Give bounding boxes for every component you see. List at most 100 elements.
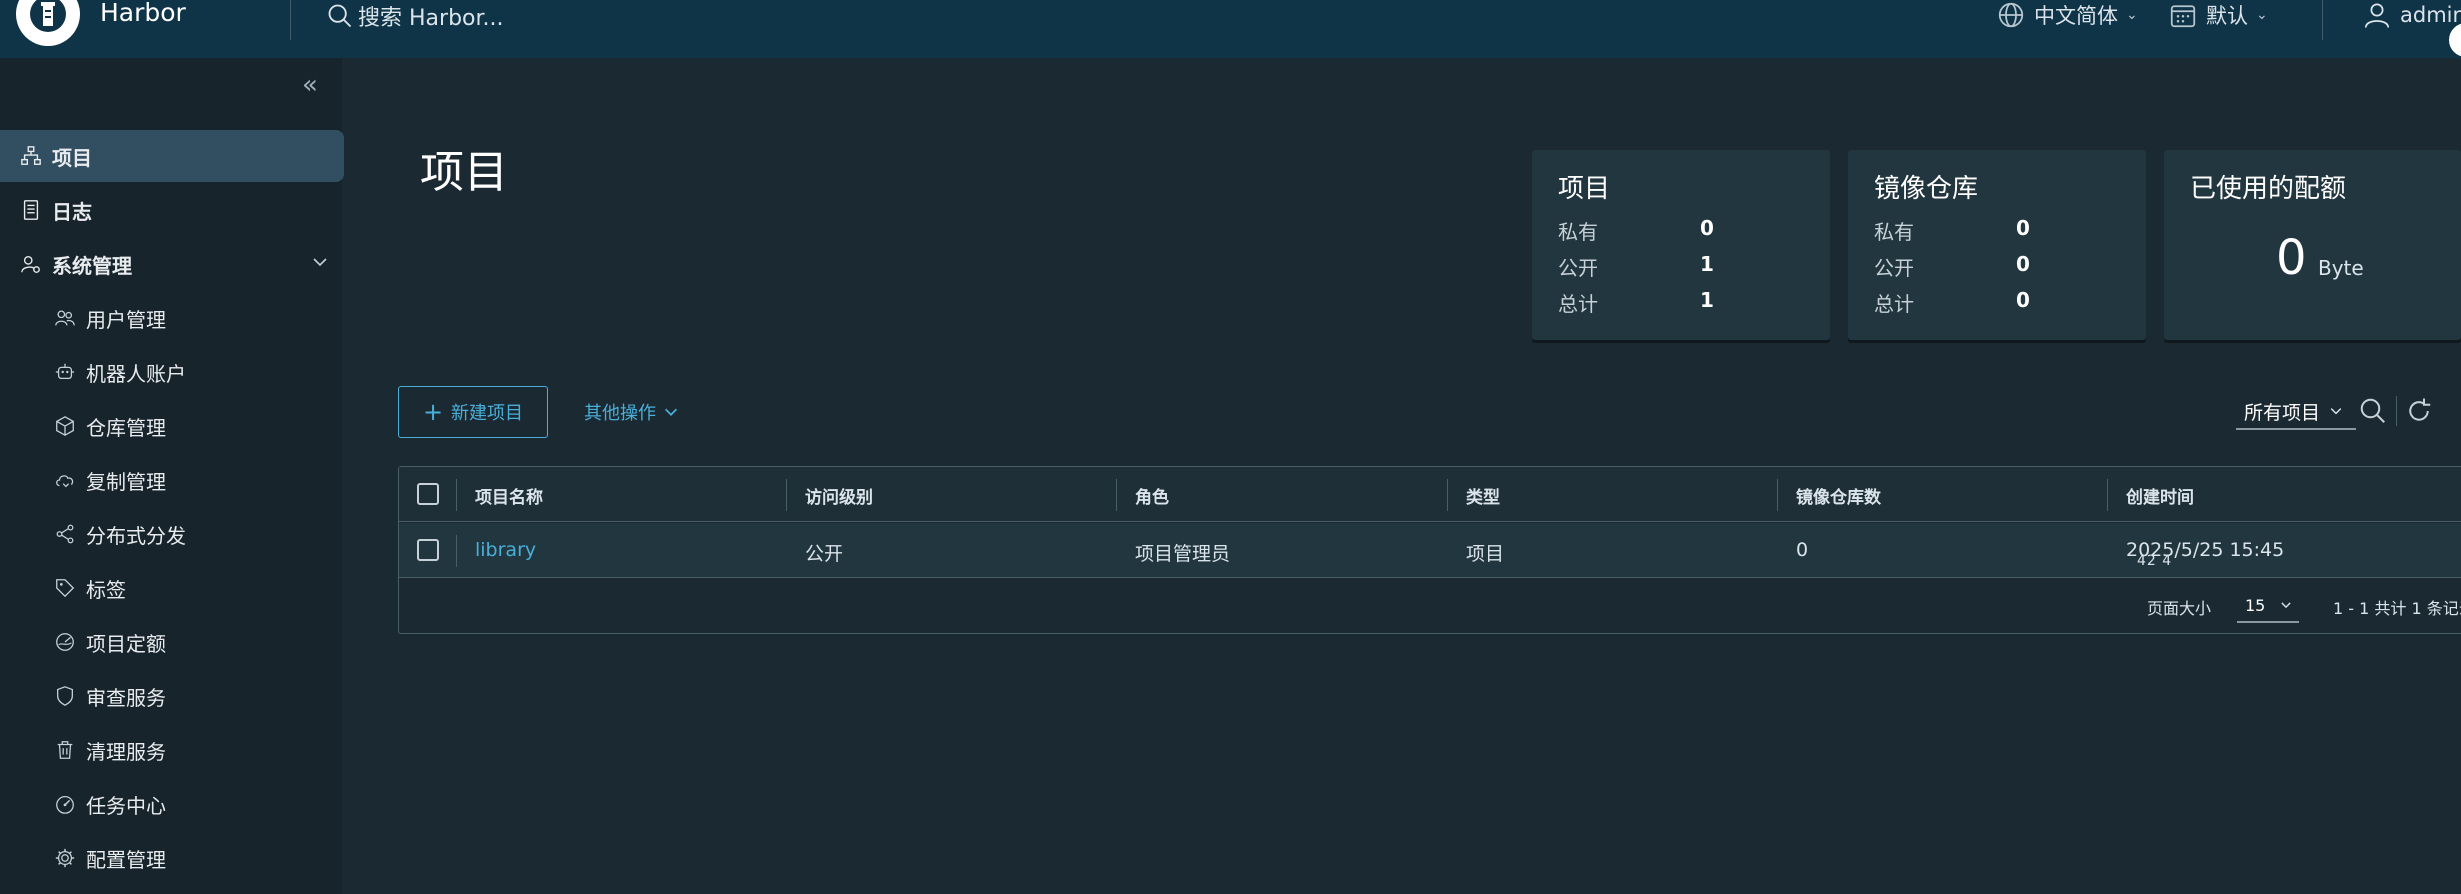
- sidebar-item-registries[interactable]: 仓库管理: [0, 400, 344, 452]
- project-name-link[interactable]: library: [475, 539, 536, 561]
- global-search[interactable]: 搜索 Harbor...: [326, 0, 504, 32]
- sidebar-item-projects[interactable]: 项目: [0, 130, 344, 182]
- sidebar-item-interrogation-services[interactable]: 审查服务: [0, 670, 344, 722]
- sidebar-item-administration[interactable]: 系统管理: [0, 238, 344, 290]
- more-actions-dropdown[interactable]: 其他操作: [584, 386, 680, 438]
- table-row[interactable]: library 公开 项目管理员 项目 0 2025/5/25 15:45 42…: [399, 523, 2461, 578]
- datetime-format-label: 默认: [2206, 4, 2248, 28]
- header-divider: [2322, 0, 2323, 40]
- column-divider: [1447, 479, 1448, 511]
- creation-time-overlay: 42 4: [2137, 553, 2173, 569]
- new-project-button[interactable]: + 新建项目: [398, 386, 548, 438]
- repo-count-cell: 0: [1796, 539, 1809, 561]
- sidebar-item-distributions[interactable]: 分布式分发: [0, 508, 344, 560]
- private-count: 0: [1700, 216, 1714, 240]
- row-checkbox[interactable]: [417, 539, 439, 561]
- quota-icon: [52, 629, 78, 655]
- sidebar-item-configuration[interactable]: 配置管理: [0, 832, 344, 884]
- collapse-sidebar-icon[interactable]: «: [302, 70, 318, 100]
- search-icon[interactable]: [2358, 396, 2388, 426]
- sidebar-item-label: 仓库管理: [86, 415, 166, 440]
- log-icon: [18, 197, 44, 223]
- column-divider: [786, 479, 787, 511]
- user-gear-icon: [18, 251, 44, 277]
- sidebar-item-replications[interactable]: 复制管理: [0, 454, 344, 506]
- sidebar-item-users[interactable]: 用户管理: [0, 292, 344, 344]
- public-count: 1: [1700, 252, 1714, 276]
- page-size-value: 15: [2245, 595, 2266, 615]
- total-label: 总计: [1874, 292, 1914, 316]
- sidebar: « 项目 日志 系统管理 用户管理 机器人账户 仓库管理 复制管理 分布式分发 …: [0, 58, 344, 894]
- column-header-name[interactable]: 项目名称: [475, 483, 543, 508]
- sidebar-item-label: 复制管理: [86, 469, 166, 494]
- sidebar-item-robot-accounts[interactable]: 机器人账户: [0, 346, 344, 398]
- language-switcher[interactable]: 中文简体 ⌄: [1996, 0, 2138, 30]
- total-count: 1: [1700, 288, 1714, 312]
- chevron-down-icon[interactable]: [310, 252, 330, 272]
- column-divider: [456, 479, 457, 511]
- table-header: 项目名称 访问级别 角色 类型 镜像仓库数 创建时间: [399, 467, 2461, 522]
- column-header-access[interactable]: 访问级别: [805, 483, 873, 508]
- project-filter-select[interactable]: 所有项目: [2236, 394, 2356, 430]
- sidebar-item-project-quotas[interactable]: 项目定额: [0, 616, 344, 668]
- chevron-down-icon: [2281, 602, 2292, 609]
- total-count: 0: [2016, 288, 2030, 312]
- quota-value: 0: [2276, 230, 2307, 286]
- sidebar-item-logs[interactable]: 日志: [0, 184, 344, 236]
- dashboard-icon: [52, 791, 78, 817]
- sidebar-item-label: 用户管理: [86, 307, 166, 332]
- card-title: 镜像仓库: [1874, 174, 1979, 204]
- pagination-summary: 1 - 1 共计 1 条记录: [2333, 599, 2461, 618]
- username: admin: [2400, 3, 2461, 27]
- brand-name[interactable]: Harbor: [100, 0, 186, 27]
- plus-icon: +: [422, 398, 444, 426]
- column-header-repo-count[interactable]: 镜像仓库数: [1796, 483, 1881, 508]
- refresh-icon[interactable]: [2404, 396, 2434, 426]
- role-cell: 项目管理员: [1135, 543, 1231, 565]
- projects-table: 项目名称 访问级别 角色 类型 镜像仓库数 创建时间 library 公开 项目…: [398, 466, 2461, 634]
- column-header-type[interactable]: 类型: [1466, 483, 1500, 508]
- sidebar-item-clean-up[interactable]: 清理服务: [0, 724, 344, 776]
- sidebar-item-label: 分布式分发: [86, 523, 186, 548]
- sidebar-item-label: 项目定额: [86, 631, 166, 656]
- sidebar-item-label: 审查服务: [86, 685, 166, 710]
- users-icon: [52, 305, 78, 331]
- header-divider: [290, 0, 291, 40]
- card-title: 已使用的配额: [2190, 174, 2347, 204]
- access-level-cell: 公开: [805, 543, 844, 565]
- cloud-sync-icon: [52, 467, 78, 493]
- sidebar-item-label: 配置管理: [86, 847, 166, 872]
- chevron-down-icon: ⌄: [2126, 7, 2138, 23]
- card-title: 项目: [1558, 174, 1611, 204]
- user-icon: [2364, 3, 2390, 28]
- select-all-checkbox[interactable]: [417, 483, 439, 505]
- top-header: Harbor 搜索 Harbor... 中文简体 ⌄ 默认 ⌄ admin: [0, 0, 2461, 60]
- column-header-created[interactable]: 创建时间: [2126, 483, 2194, 508]
- search-input[interactable]: 搜索 Harbor...: [358, 0, 504, 32]
- page-size-select[interactable]: 15: [2237, 589, 2299, 623]
- quota-usage-card: 已使用的配额 0 Byte: [2164, 150, 2461, 340]
- page-title: 项目: [420, 147, 508, 198]
- lighthouse-icon: [30, 0, 66, 32]
- sidebar-item-job-service[interactable]: 任务中心: [0, 778, 344, 830]
- private-label: 私有: [1874, 220, 1914, 244]
- trash-icon: [52, 737, 78, 763]
- sidebar-item-label: 清理服务: [86, 739, 166, 764]
- user-menu[interactable]: admin: [2362, 0, 2461, 30]
- projects-summary-card: 项目 私有 0 公开 1 总计 1: [1532, 150, 1830, 340]
- robot-icon: [52, 359, 78, 385]
- shield-icon: [52, 683, 78, 709]
- column-header-role[interactable]: 角色: [1135, 483, 1169, 508]
- datetime-format-switcher[interactable]: 默认 ⌄: [2168, 0, 2268, 30]
- sidebar-item-label: 系统管理: [52, 253, 132, 278]
- sidebar-item-label: 机器人账户: [86, 361, 186, 386]
- new-project-label: 新建项目: [451, 403, 524, 424]
- share-icon: [52, 521, 78, 547]
- harbor-logo[interactable]: [16, 0, 80, 46]
- table-footer: 页面大小 15 1 - 1 共计 1 条记录: [399, 579, 2461, 634]
- language-label: 中文简体: [2034, 4, 2118, 28]
- sidebar-item-label: 日志: [52, 199, 92, 224]
- private-count: 0: [2016, 216, 2030, 240]
- sidebar-item-labels[interactable]: 标签: [0, 562, 344, 614]
- gear-icon: [52, 845, 78, 871]
